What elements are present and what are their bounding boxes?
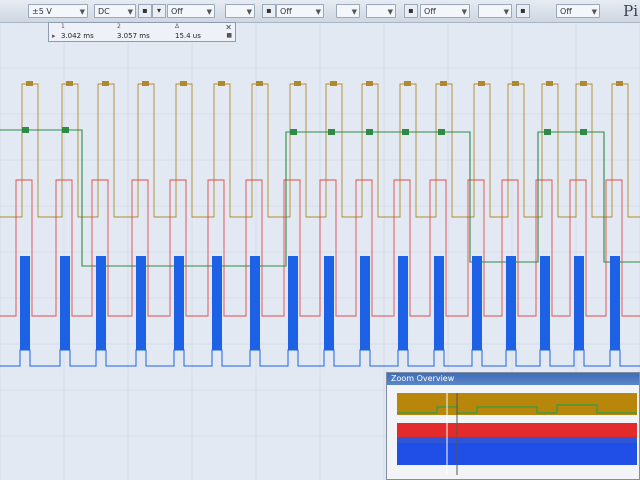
chevron-down-icon: ▼ — [591, 8, 597, 16]
channel-b-edge-marker — [290, 129, 297, 135]
probe-icon[interactable]: ▪ — [138, 4, 152, 18]
channel-b-edge-marker — [438, 129, 445, 135]
chevron-down-icon: ▼ — [246, 8, 252, 16]
trigger-c-value: Off — [424, 7, 436, 16]
channel-c-coupling-dropdown[interactable]: ▼ — [366, 4, 396, 18]
channel-d-burst — [574, 256, 584, 350]
chevron-down-icon: ▼ — [503, 8, 509, 16]
chevron-down-icon: ▼ — [351, 8, 357, 16]
probe-icon-2[interactable]: ▪ — [262, 4, 276, 18]
channel-d-burst — [174, 256, 184, 350]
chevron-down-icon: ▼ — [206, 8, 212, 16]
trigger-b-value: Off — [280, 7, 292, 16]
channel-a-edge-marker — [330, 81, 337, 86]
channel-d-burst — [60, 256, 70, 350]
app-logo: Pi — [623, 2, 638, 20]
trigger-a-dropdown[interactable]: Off ▼ — [167, 4, 215, 18]
channel-a-edge-marker — [478, 81, 485, 86]
channel-a-edge-marker — [404, 81, 411, 86]
chevron-down-icon: ▼ — [387, 8, 393, 16]
overview-band-a — [397, 393, 637, 415]
channel-a-edge-marker — [366, 81, 373, 86]
overview-band-c — [397, 423, 637, 437]
channel-d-burst — [398, 256, 408, 350]
channel-d-range-dropdown[interactable]: ▼ — [478, 4, 512, 18]
zoom-overview-panel[interactable]: Zoom Overview — [386, 372, 640, 480]
channel-a-edge-marker — [66, 81, 73, 86]
ruler-measurement-table[interactable]: 1 2 Δ ✕ ▸ 3.042 ms 3.057 ms 15.4 us ■ — [48, 22, 236, 42]
channel-a-edge-marker — [102, 81, 109, 86]
trigger-a-value: Off — [171, 7, 183, 16]
channel-d-burst — [136, 256, 146, 350]
channel-c-range-dropdown[interactable]: ▼ — [336, 4, 360, 18]
probe-icon-4[interactable]: ▪ — [516, 4, 530, 18]
channel-d-burst — [472, 256, 482, 350]
top-toolbar: ±5 V ▼ DC ▼ ▪ ▾ Off ▼ ▼ ▪ Off ▼ ▼ ▼ ▪ Off ▼ ▼… — [0, 0, 640, 23]
channel-a-edge-marker — [26, 81, 33, 86]
chevron-down-icon: ▼ — [315, 8, 321, 16]
channel-d-burst — [610, 256, 620, 350]
channel-a-edge-marker — [546, 81, 553, 86]
ruler-2-value: 3.057 ms — [117, 32, 150, 40]
range-value: ±5 V — [32, 7, 52, 16]
coupling-dropdown[interactable]: DC ▼ — [94, 4, 136, 18]
ruler-2-header: 2 — [117, 23, 121, 30]
trigger-b-dropdown[interactable]: Off ▼ — [276, 4, 324, 18]
trigger-c-dropdown[interactable]: Off ▼ — [420, 4, 470, 18]
probe-icon-3[interactable]: ▪ — [404, 4, 418, 18]
tools-icon[interactable]: ▾ — [152, 4, 166, 18]
chevron-down-icon: ▼ — [79, 8, 85, 16]
overview-band-d — [397, 443, 637, 465]
channel-d-burst — [96, 256, 106, 350]
channel-b-edge-marker — [366, 129, 373, 135]
channel-a-edge-marker — [440, 81, 447, 86]
ruler-delta-header: Δ — [175, 23, 180, 30]
channel-a-edge-marker — [512, 81, 519, 86]
channel-a-edge-marker — [218, 81, 225, 86]
channel-d-burst — [540, 256, 550, 350]
channel-b-edge-marker — [328, 129, 335, 135]
channel-b-edge-marker — [580, 129, 587, 135]
zoom-overview-title: Zoom Overview — [387, 373, 639, 385]
channel-a-edge-marker — [580, 81, 587, 86]
chevron-down-icon: ▼ — [461, 8, 467, 16]
channel-a-edge-marker — [294, 81, 301, 86]
ruler-1-value: 3.042 ms — [61, 32, 94, 40]
channel-range-dropdown[interactable]: ▼ — [225, 4, 255, 18]
channel-b-edge-marker — [62, 127, 69, 133]
lock-icon[interactable]: ■ — [226, 32, 232, 39]
channel-d-burst — [288, 256, 298, 350]
channel-d-burst — [506, 256, 516, 350]
range-dropdown[interactable]: ±5 V ▼ — [28, 4, 88, 18]
trigger-d-value: Off — [560, 7, 572, 16]
overview-band-gap — [397, 437, 637, 443]
channel-d-burst — [324, 256, 334, 350]
channel-a-edge-marker — [616, 81, 623, 86]
channel-d-burst — [250, 256, 260, 350]
channel-b-edge-marker — [402, 129, 409, 135]
channel-b-edge-marker — [22, 127, 29, 133]
close-icon[interactable]: ✕ — [225, 23, 232, 32]
ruler-delta-value: 15.4 us — [175, 32, 201, 40]
channel-b-edge-marker — [544, 129, 551, 135]
row-marker-icon: ▸ — [52, 32, 56, 40]
channel-d-burst — [360, 256, 370, 350]
channel-a-edge-marker — [256, 81, 263, 86]
ruler-1-header: 1 — [61, 23, 65, 30]
channel-d-burst — [20, 256, 30, 350]
channel-a-edge-marker — [142, 81, 149, 86]
channel-a-edge-marker — [180, 81, 187, 86]
coupling-value: DC — [98, 7, 110, 16]
channel-d-burst — [434, 256, 444, 350]
channel-d-burst — [212, 256, 222, 350]
zoom-overview-preview[interactable] — [397, 393, 637, 475]
chevron-down-icon: ▼ — [127, 8, 133, 16]
trigger-d-dropdown[interactable]: Off ▼ — [556, 4, 600, 18]
